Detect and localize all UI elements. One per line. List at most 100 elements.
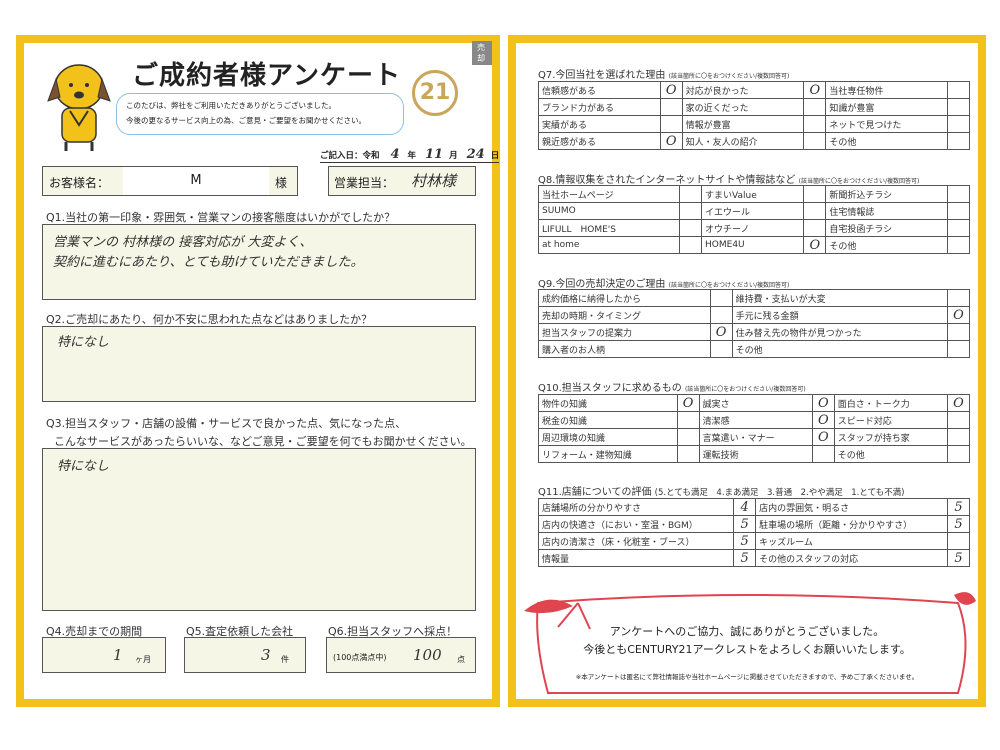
q9-mark-cell[interactable]: [947, 289, 970, 307]
q2-answer-box[interactable]: 特になし: [42, 326, 476, 402]
q8-option-label: at home: [537, 236, 681, 254]
q7-mark-cell[interactable]: O: [803, 81, 827, 99]
q3-answer-box[interactable]: 特になし: [42, 448, 476, 611]
q7-mark-cell[interactable]: [803, 115, 827, 133]
q7-row: ブランド力がある 家の近くだった 知識が豊富: [538, 98, 970, 116]
q10-mark-cell[interactable]: O: [811, 394, 835, 412]
q4-answer-box[interactable]: 1 ヶ月: [42, 637, 166, 673]
q10-mark-cell[interactable]: O: [811, 428, 835, 446]
q11-row: 店内の清潔さ（床・化粧室・ブース） 5 キッズルーム: [537, 532, 970, 550]
greeting-line-2: 今後の更なるサービス向上の為、ご意見・ご要望をお聞かせください。: [126, 116, 366, 125]
q9-mark-cell[interactable]: [709, 306, 733, 324]
q10-mark-cell[interactable]: [676, 411, 700, 429]
q9-mark-cell[interactable]: [947, 340, 970, 358]
q10-mark-cell[interactable]: O: [947, 394, 970, 412]
q8-mark-cell[interactable]: [679, 236, 703, 254]
q8-mark-cell[interactable]: [679, 185, 703, 203]
q8-option-label: 当社ホームページ: [537, 185, 681, 203]
q10-mark-cell[interactable]: O: [811, 411, 835, 429]
q10-mark-cell[interactable]: [676, 428, 700, 446]
q11-mark-cell[interactable]: 5: [733, 515, 757, 533]
q9-table: 成約価格に納得したから 維持費・支払いが大変 売却の時期・タイミング 手元に残る金額 O…: [538, 289, 970, 358]
q7-mark-cell[interactable]: [947, 115, 970, 133]
q7-mark-cell[interactable]: [803, 98, 827, 116]
q11-scale: (5.とても満足 4.まあ満足 3.普通 2.やや満足 1.とても不満): [654, 488, 905, 498]
q11-option-label: キッズルーム: [755, 532, 948, 550]
q8-option-label: 新聞折込チラシ: [825, 185, 948, 203]
q10-option-label: 物件の知識: [538, 394, 678, 412]
q10-mark-cell[interactable]: [676, 445, 700, 463]
q9-mark-cell[interactable]: [709, 340, 733, 358]
q11-mark-cell[interactable]: 5: [733, 532, 757, 550]
q8-mark-cell[interactable]: [947, 219, 970, 237]
q7-option-label: 親近感がある: [538, 132, 661, 150]
q9-mark-cell[interactable]: [709, 289, 733, 307]
q7-mark-cell[interactable]: [659, 115, 683, 133]
q5-unit: 件: [281, 655, 289, 664]
date-year-unit: 年: [407, 151, 417, 161]
q9-mark-cell[interactable]: [947, 323, 970, 341]
thanks-line-1: アンケートへのご協力、誠にありがとうございました。: [609, 625, 885, 638]
q1-question: Q1.当社の第一印象・雰囲気・営業マンの接客態度はいかがでしたか？: [46, 211, 396, 224]
q8-mark-cell[interactable]: [947, 236, 970, 254]
q11-mark-cell[interactable]: 5: [947, 549, 970, 567]
q9-mark-cell[interactable]: O: [947, 306, 970, 324]
q6-answer-box[interactable]: (100点満点中) 100 点: [326, 637, 476, 673]
survey-title: ご成約者様アンケート: [132, 61, 401, 91]
q9-option-label: 購入者のお人柄: [538, 340, 711, 358]
q8-mark-cell[interactable]: [803, 202, 827, 220]
q7-option-label: 実績がある: [538, 115, 661, 133]
q10-mark-cell[interactable]: O: [676, 394, 700, 412]
q9-option-label: 成約価格に納得したから: [538, 289, 711, 307]
q11-option-label: 情報量: [537, 549, 735, 567]
q11-mark-cell[interactable]: 5: [733, 549, 757, 567]
q10-mark-cell[interactable]: [947, 411, 970, 429]
q7-mark-cell[interactable]: [947, 98, 970, 116]
q11-table: 店舗場所の分かりやすさ 4 店内の雰囲気・明るさ 5 店内の快適さ（におい・室温・BGM…: [537, 498, 970, 567]
q10-mark-cell[interactable]: [947, 445, 970, 463]
staff-field[interactable]: 営業担当： 村林様: [328, 166, 476, 196]
q7-option-label: 知識が豊富: [825, 98, 948, 116]
q10-row: 物件の知識 O 誠実さ O 面白さ・トーク力 O: [538, 394, 970, 412]
q8-row: LIFULL HOME'S オウチーノ 自宅投函チラシ: [537, 219, 970, 237]
q7-mark-cell[interactable]: [803, 132, 827, 150]
q8-table: 当社ホームページ すまいValue 新聞折込チラシ SUUMO イエウール 住宅情報誌 LI…: [537, 185, 970, 254]
q1-answer-line-1: 営業マンの 村林様の 接客対応が 大変よく、: [53, 235, 313, 250]
q8-option-label: オウチーノ: [701, 219, 805, 237]
q7-note: (該当箇所に〇をおつけください/複数回答可): [668, 73, 790, 80]
q8-mark-cell[interactable]: [679, 219, 703, 237]
q7-mark-cell[interactable]: [947, 81, 970, 99]
q5-answer-box[interactable]: 3 件: [184, 637, 306, 673]
q7-title: Q7.今回当社を選ばれた理由 (該当箇所に〇をおつけください/複数回答可): [538, 66, 789, 81]
q7-option-label: 信頼感がある: [538, 81, 661, 99]
q2-answer: 特になし: [57, 335, 110, 350]
greeting-bubble: このたびは、弊社をご利用いただきありがとうございました。 今後の更なるサービス向…: [116, 93, 404, 135]
q7-mark-cell[interactable]: [659, 98, 683, 116]
q8-mark-cell[interactable]: [947, 185, 970, 203]
q8-mark-cell[interactable]: [947, 202, 970, 220]
q8-mark-cell[interactable]: [803, 219, 827, 237]
q8-mark-cell[interactable]: O: [803, 236, 827, 254]
q7-mark-cell[interactable]: O: [659, 81, 683, 99]
customer-name-value: M: [123, 167, 269, 195]
q9-mark-cell[interactable]: O: [709, 323, 733, 341]
q10-mark-cell[interactable]: [947, 428, 970, 446]
q8-option-label: LIFULL HOME'S: [537, 219, 681, 237]
date-month-unit: 月: [449, 151, 458, 161]
customer-honorific: 様: [275, 176, 288, 190]
q10-mark-cell[interactable]: [811, 445, 835, 463]
q4-unit: ヶ月: [135, 655, 151, 664]
q11-mark-cell[interactable]: 5: [947, 515, 970, 533]
q8-option-label: すまいValue: [701, 185, 805, 203]
q7-mark-cell[interactable]: O: [659, 132, 683, 150]
q11-title: Q11.店舗についての評価 (5.とても満足 4.まあ満足 3.普通 2.やや満…: [538, 483, 905, 498]
q11-mark-cell[interactable]: [947, 532, 970, 550]
q11-mark-cell[interactable]: 5: [947, 498, 970, 516]
q7-mark-cell[interactable]: [947, 132, 970, 150]
q8-mark-cell[interactable]: [803, 185, 827, 203]
q11-mark-cell[interactable]: 4: [733, 498, 757, 516]
q1-answer-box[interactable]: 営業マンの 村林様の 接客対応が 大変よく、 契約に進むにあたり、とても助けてい…: [42, 224, 476, 300]
q10-row: 周辺環境の知識 言葉遣い・マナー O スタッフが持ち家: [538, 428, 970, 446]
q8-mark-cell[interactable]: [679, 202, 703, 220]
customer-name-field[interactable]: お客様名： M 様: [42, 166, 298, 196]
